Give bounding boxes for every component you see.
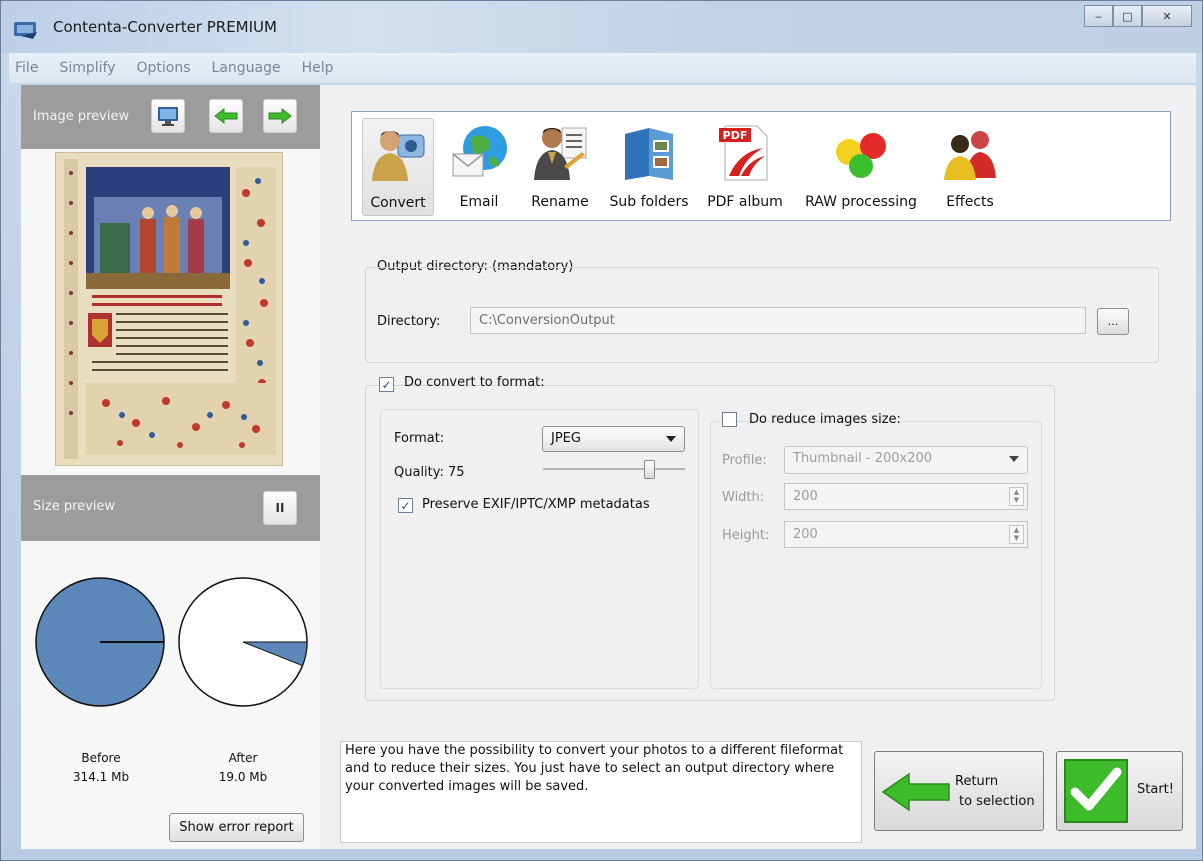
directory-input[interactable]: C:\ConversionOutput [470, 307, 1086, 334]
menu-simplify[interactable]: Simplify [59, 60, 115, 76]
width-value: 200 [793, 489, 818, 504]
title-bar: Contenta-Converter PREMIUM ‒ □ ✕ [1, 1, 1202, 53]
height-input[interactable]: 200 ▲ ▼ [784, 521, 1028, 548]
do-convert-check-mark: ✓ [381, 377, 392, 392]
tool-pdf-album[interactable]: PDF PDF album [700, 118, 790, 216]
tool-raw-processing[interactable]: RAW processing [796, 118, 926, 216]
browse-button[interactable]: ... [1097, 308, 1129, 335]
raw-balls-icon [836, 133, 886, 178]
quality-slider-track[interactable] [543, 468, 685, 470]
tool-sub-folders-label: Sub folders [609, 194, 689, 210]
height-value: 200 [793, 527, 818, 542]
arrow-right-icon [268, 108, 292, 124]
tool-email-label: Email [459, 194, 499, 210]
view-image-button[interactable] [151, 99, 185, 133]
return-label-line2: to selection [959, 794, 1035, 809]
window-controls: ‒ □ ✕ [1084, 5, 1192, 27]
window-title: Contenta-Converter PREMIUM [53, 18, 277, 36]
format-select[interactable]: JPEG [542, 426, 685, 452]
profile-label: Profile: [722, 453, 767, 468]
app-icon [14, 22, 37, 39]
menu-file[interactable]: File [15, 60, 38, 76]
do-convert-checkbox[interactable]: ✓ [379, 377, 394, 392]
effects-people-icon [944, 131, 996, 180]
directory-label: Directory: [377, 314, 441, 329]
quality-label: Quality: 75 [394, 465, 465, 480]
start-button[interactable]: Start! [1056, 751, 1183, 831]
feature-toolbar: Convert Email Rename Sub folders PDF PDF… [351, 111, 1171, 221]
menu-bar: File Simplify Options Language Help [9, 53, 1196, 83]
pdf-icon: PDF [719, 125, 768, 181]
do-reduce-label: Do reduce images size: [749, 412, 901, 427]
chevron-down-icon [1009, 456, 1019, 462]
before-size: 314.1 Mb [72, 770, 130, 784]
convert-person-icon [372, 131, 425, 181]
after-label: After [228, 751, 258, 765]
pause-button[interactable]: II [263, 491, 297, 525]
main-panel: Convert Email Rename Sub folders PDF PDF… [320, 85, 1196, 849]
tool-pdf-album-label: PDF album [707, 194, 783, 210]
profile-value: Thumbnail - 200x200 [793, 451, 933, 466]
before-stats: Before 314.1 Mb [61, 749, 141, 787]
svg-text:PDF: PDF [723, 129, 748, 142]
checkmark-icon [1064, 759, 1128, 823]
tool-effects[interactable]: Effects [930, 118, 1010, 216]
after-size: 19.0 Mb [218, 770, 268, 784]
menu-language[interactable]: Language [212, 60, 281, 76]
tool-rename[interactable]: Rename [524, 118, 596, 216]
tool-raw-processing-label: RAW processing [805, 194, 917, 210]
return-arrow-icon [881, 772, 950, 812]
before-pie [35, 577, 165, 707]
width-spinner[interactable]: ▲ ▼ [1009, 487, 1024, 506]
return-to-selection-button[interactable]: Return to selection [874, 751, 1044, 831]
next-image-button[interactable] [263, 99, 297, 133]
after-stats: After 19.0 Mb [203, 749, 283, 787]
arrow-left-icon [214, 108, 238, 124]
chevron-down-icon [666, 436, 676, 442]
do-convert-label: Do convert to format: [404, 375, 545, 390]
tool-sub-folders[interactable]: Sub folders [604, 118, 694, 216]
image-preview-label: Image preview [33, 109, 130, 124]
preserve-metadata-label: Preserve EXIF/IPTC/XMP metadatas [422, 497, 650, 512]
tool-convert[interactable]: Convert [362, 118, 434, 216]
rename-person-icon [534, 127, 587, 180]
tool-effects-label: Effects [946, 194, 994, 210]
menu-options[interactable]: Options [137, 60, 191, 76]
manuscript-image [56, 153, 282, 465]
size-preview-bar: Size preview II [21, 475, 320, 541]
menu-help[interactable]: Help [302, 60, 334, 76]
preserve-check-mark: ✓ [400, 498, 411, 513]
tool-email[interactable]: Email [444, 118, 514, 216]
email-globe-icon [452, 126, 507, 177]
previous-image-button[interactable] [209, 99, 243, 133]
tool-rename-label: Rename [531, 194, 589, 210]
tool-convert-label: Convert [370, 195, 426, 211]
subfolders-book-icon [625, 128, 673, 180]
left-panel: Image preview Size preview II Before 314… [21, 85, 320, 849]
start-label: Start! [1137, 782, 1174, 797]
height-label: Height: [722, 528, 770, 543]
image-preview-bar: Image preview [21, 85, 320, 149]
after-pie [178, 577, 308, 707]
profile-select[interactable]: Thumbnail - 200x200 [784, 446, 1028, 474]
width-label: Width: [722, 490, 765, 505]
image-preview [55, 152, 283, 466]
minimize-button[interactable]: ‒ [1084, 5, 1113, 27]
monitor-icon [158, 107, 178, 126]
size-preview-label: Size preview [33, 499, 116, 514]
do-reduce-checkbox[interactable] [722, 412, 737, 427]
maximize-button[interactable]: □ [1113, 5, 1142, 27]
format-value: JPEG [551, 431, 581, 446]
before-label: Before [81, 751, 121, 765]
height-spinner[interactable]: ▲ ▼ [1009, 525, 1024, 544]
quality-slider-thumb[interactable] [644, 460, 655, 479]
format-label: Format: [394, 431, 445, 446]
show-error-report-button[interactable]: Show error report [169, 813, 304, 842]
preserve-metadata-checkbox[interactable]: ✓ [398, 498, 413, 513]
help-description: Here you have the possibility to convert… [340, 741, 862, 843]
return-label-line1: Return [955, 774, 999, 789]
width-input[interactable]: 200 ▲ ▼ [784, 483, 1028, 510]
close-button[interactable]: ✕ [1142, 5, 1192, 27]
app-window: Contenta-Converter PREMIUM ‒ □ ✕ File Si… [0, 0, 1203, 861]
